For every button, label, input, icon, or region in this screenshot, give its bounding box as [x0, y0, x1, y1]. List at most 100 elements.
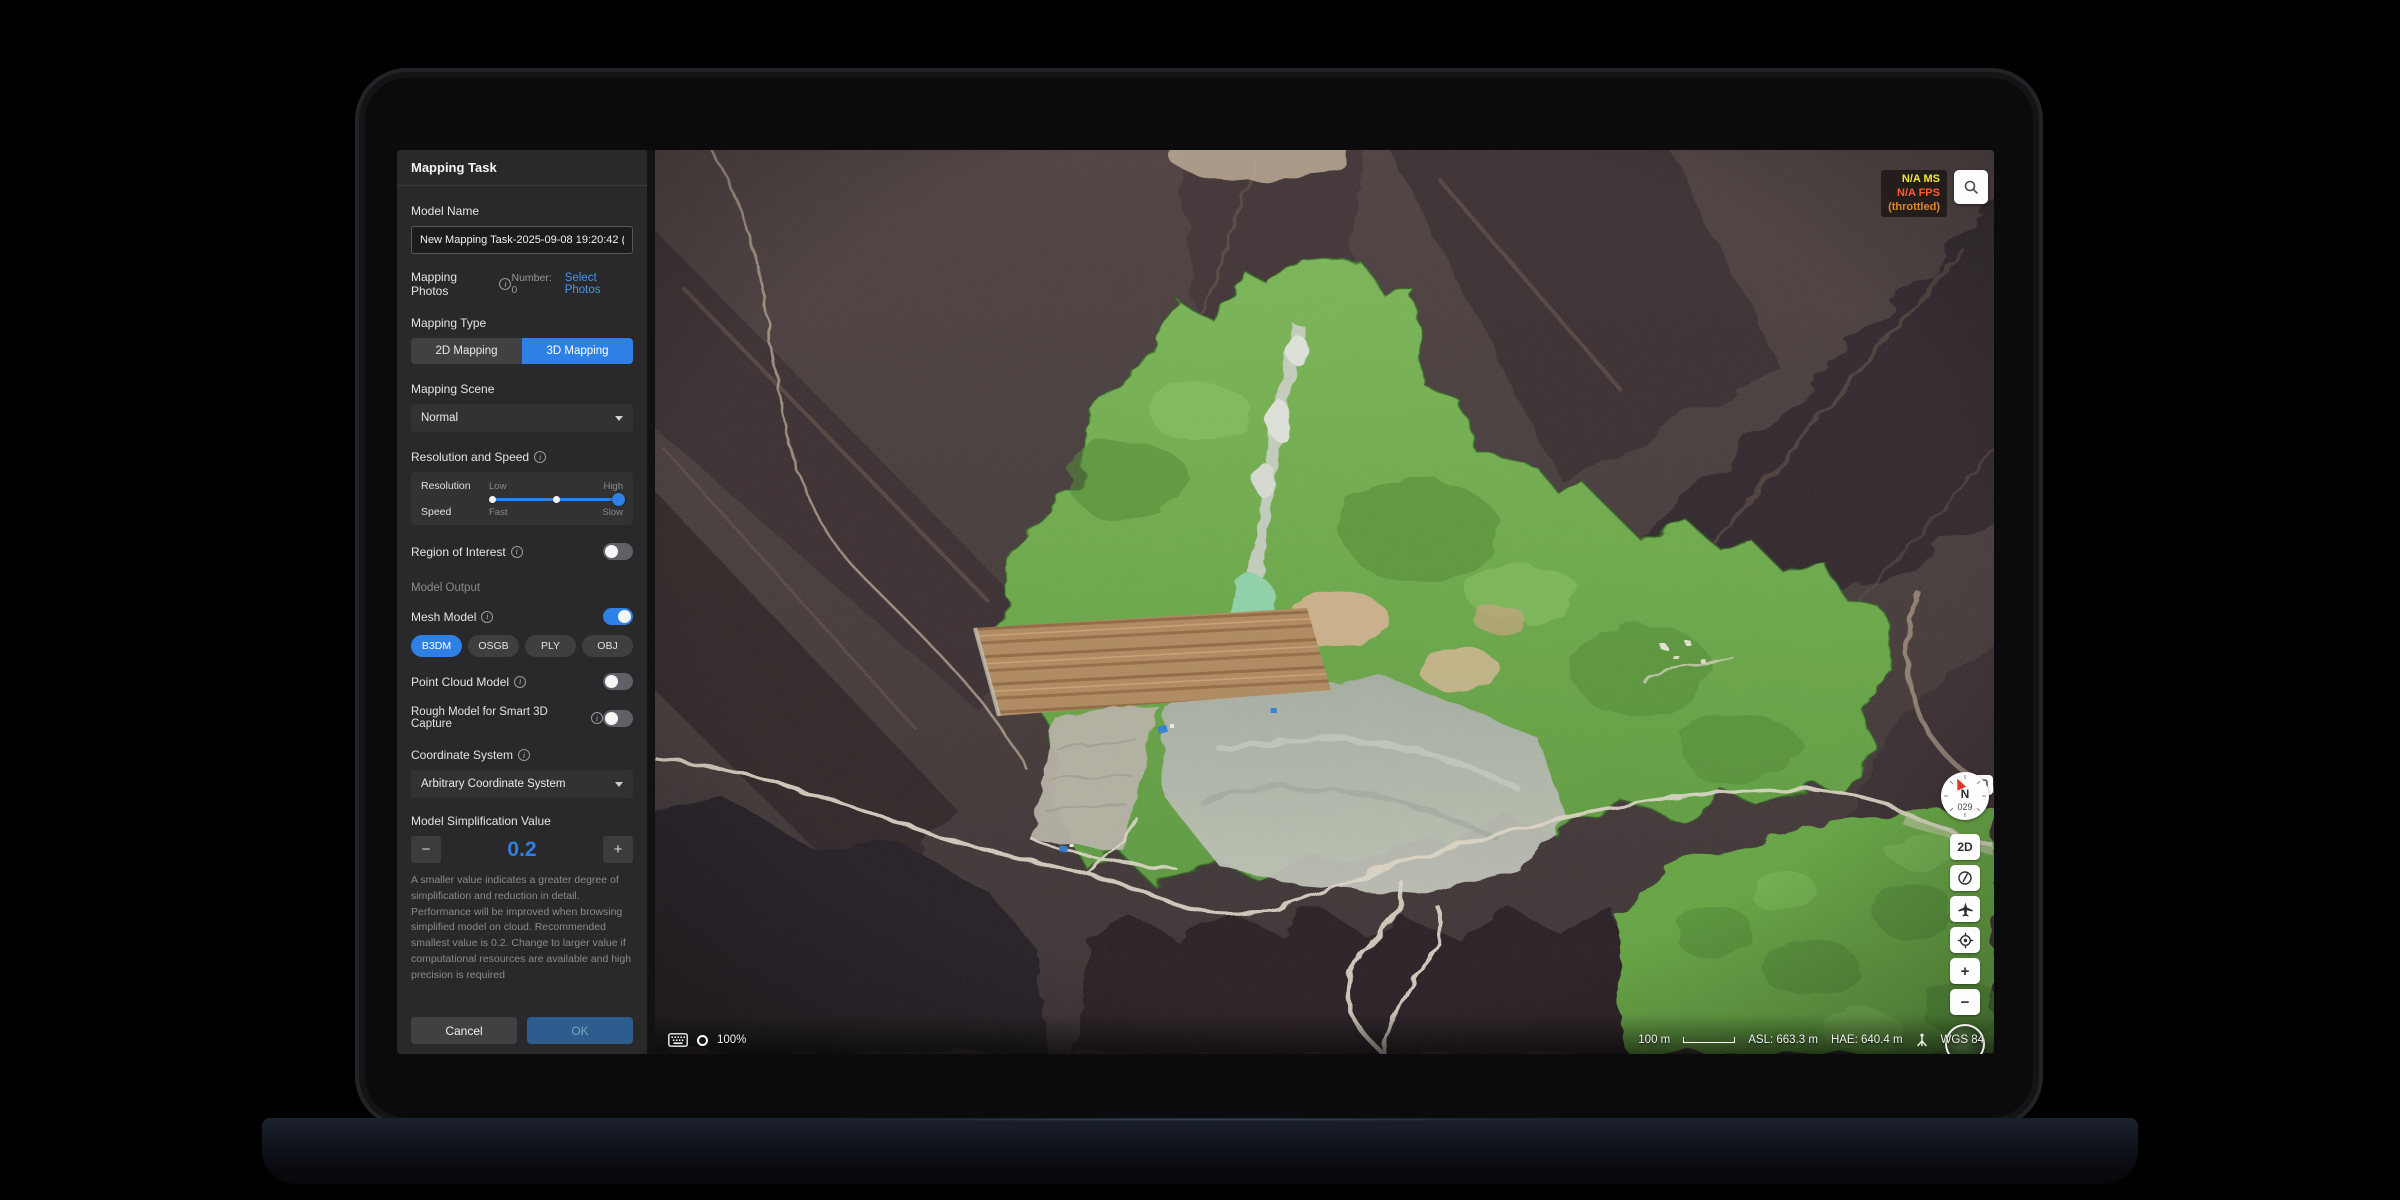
resolution-speed-label: Resolution and Speed — [411, 450, 529, 464]
search-button[interactable] — [1954, 170, 1988, 204]
region-of-interest-label: Region of Interest — [411, 545, 506, 559]
resolution-speed-slider[interactable] — [489, 493, 623, 505]
panel-body: Model Name Mapping Photos i Number: 0 Se… — [397, 186, 647, 1017]
quality-indicator-icon[interactable] — [697, 1035, 708, 1046]
format-ply[interactable]: PLY — [525, 635, 576, 657]
format-obj[interactable]: OBJ — [582, 635, 633, 657]
panel-footer: Cancel OK — [397, 1017, 647, 1054]
mapping-scene-label: Mapping Scene — [411, 382, 633, 396]
keyboard-icon[interactable] — [668, 1033, 688, 1047]
slider-handle[interactable] — [612, 493, 625, 506]
mapping-type-segmented: 2D Mapping 3D Mapping — [411, 338, 633, 364]
mapping-photos-label: Mapping Photos — [411, 270, 494, 298]
resolution-row-label: Resolution — [421, 480, 483, 492]
hae-readout: HAE: 640.4 m — [1831, 1034, 1903, 1046]
page-title: Mapping Task — [411, 160, 497, 175]
simplification-label: Model Simplification Value — [411, 814, 633, 828]
camera-tilt-button[interactable] — [1950, 865, 1980, 891]
coordinate-system-select[interactable]: Arbitrary Coordinate System — [411, 770, 633, 798]
mesh-model-toggle[interactable] — [603, 608, 633, 625]
info-icon[interactable]: i — [499, 278, 511, 290]
map-status-bar: 100% 100 m ASL: 663.3 m HAE: 640.4 m — [655, 1030, 1994, 1050]
zoom-level: 100% — [717, 1034, 746, 1046]
point-cloud-toggle[interactable] — [603, 673, 633, 690]
cancel-button[interactable]: Cancel — [411, 1017, 517, 1044]
fly-to-aircraft-button[interactable] — [1950, 896, 1980, 922]
map-toolbar: N 029 2D — [1941, 772, 1989, 1054]
scale-bar — [1683, 1037, 1735, 1043]
info-icon[interactable]: i — [511, 546, 523, 558]
laptop-base — [262, 1118, 2138, 1184]
simplification-description: A smaller value indicates a greater degr… — [411, 873, 633, 983]
compass-wrap: N 029 — [1941, 772, 1989, 820]
info-icon[interactable]: i — [481, 611, 493, 623]
scale-label: 100 m — [1638, 1034, 1670, 1046]
compass-icon: N 029 — [1941, 772, 1989, 820]
svg-text:029: 029 — [1957, 802, 1972, 812]
coordinate-system-value: Arbitrary Coordinate System — [421, 778, 565, 790]
mapping-scene-select[interactable]: Normal — [411, 404, 633, 432]
panel-header: Mapping Task — [397, 150, 647, 186]
select-photos-link[interactable]: Select Photos — [565, 272, 633, 296]
mesh-model-label: Mesh Model — [411, 610, 476, 624]
tab-3d-mapping[interactable]: 3D Mapping — [522, 338, 633, 364]
slider-stop-mid — [553, 496, 560, 503]
increase-button[interactable]: + — [603, 836, 633, 863]
mapping-task-panel: Mapping Task Model Name Mapping Photos i… — [397, 150, 655, 1054]
format-osgb[interactable]: OSGB — [468, 635, 519, 657]
format-b3dm[interactable]: B3DM — [411, 635, 462, 657]
compass-button[interactable]: N 029 — [1941, 772, 1989, 820]
simplification-stepper: − 0.2 + — [411, 836, 633, 863]
map-viewport[interactable]: N/A MS N/A FPS (throttled) — [655, 150, 1994, 1054]
zoom-out-button[interactable]: − — [1950, 989, 1980, 1015]
coordinate-system-label: Coordinate System — [411, 748, 513, 762]
speed-row-label: Speed — [421, 506, 483, 518]
gnss-antenna-icon — [1916, 1033, 1928, 1047]
mapping-type-label: Mapping Type — [411, 316, 633, 330]
speed-slow-label: Slow — [602, 507, 623, 518]
ok-button[interactable]: OK — [527, 1017, 633, 1044]
throttled-stat: (throttled) — [1888, 201, 1940, 215]
mesh-format-pills: B3DM OSGB PLY OBJ — [411, 635, 633, 657]
info-icon[interactable]: i — [514, 676, 526, 688]
render-stats: N/A MS N/A FPS (throttled) — [1881, 170, 1947, 217]
chevron-down-icon — [615, 416, 623, 421]
speed-fast-label: Fast — [489, 507, 507, 518]
point-cloud-label: Point Cloud Model — [411, 675, 509, 689]
dial-icon — [1957, 870, 1973, 886]
region-of-interest-toggle[interactable] — [603, 543, 633, 560]
locate-button[interactable] — [1950, 927, 1980, 953]
rough-model-toggle[interactable] — [603, 710, 633, 727]
mapping-scene-value: Normal — [421, 412, 458, 424]
rough-model-label: Rough Model for Smart 3D Capture — [411, 706, 586, 730]
app-window: Mapping Task Model Name Mapping Photos i… — [397, 150, 1994, 1054]
asl-readout: ASL: 663.3 m — [1748, 1034, 1818, 1046]
model-name-label: Model Name — [411, 204, 633, 218]
model-output-header: Model Output — [411, 582, 633, 594]
laptop-frame: Mapping Task Model Name Mapping Photos i… — [355, 68, 2043, 1128]
chevron-down-icon — [615, 782, 623, 787]
search-icon — [1963, 179, 1979, 195]
decrease-button[interactable]: − — [411, 836, 441, 863]
resolution-high-label: High — [603, 481, 623, 492]
svg-text:N: N — [1961, 787, 1970, 801]
photo-count: Number: 0 — [511, 272, 558, 296]
datum-label: WGS 84 — [1941, 1034, 1984, 1046]
tab-2d-mapping[interactable]: 2D Mapping — [411, 338, 522, 364]
info-icon[interactable]: i — [591, 712, 603, 724]
2d-mode-button[interactable]: 2D — [1950, 834, 1980, 860]
locate-icon — [1957, 932, 1974, 949]
resolution-speed-box: Resolution Low High — [411, 472, 633, 525]
slider-stop-low — [489, 496, 496, 503]
ms-stat: N/A MS — [1888, 173, 1940, 187]
map-3d-scene — [655, 150, 1994, 1054]
fps-stat: N/A FPS — [1888, 187, 1940, 201]
plane-icon — [1957, 901, 1974, 918]
model-name-input[interactable] — [411, 226, 633, 254]
simplification-value: 0.2 — [449, 838, 595, 862]
info-icon[interactable]: i — [518, 749, 530, 761]
desktop-background: Mapping Task Model Name Mapping Photos i… — [0, 0, 2400, 1200]
resolution-low-label: Low — [489, 481, 506, 492]
info-icon[interactable]: i — [534, 451, 546, 463]
zoom-in-button[interactable]: + — [1950, 958, 1980, 984]
